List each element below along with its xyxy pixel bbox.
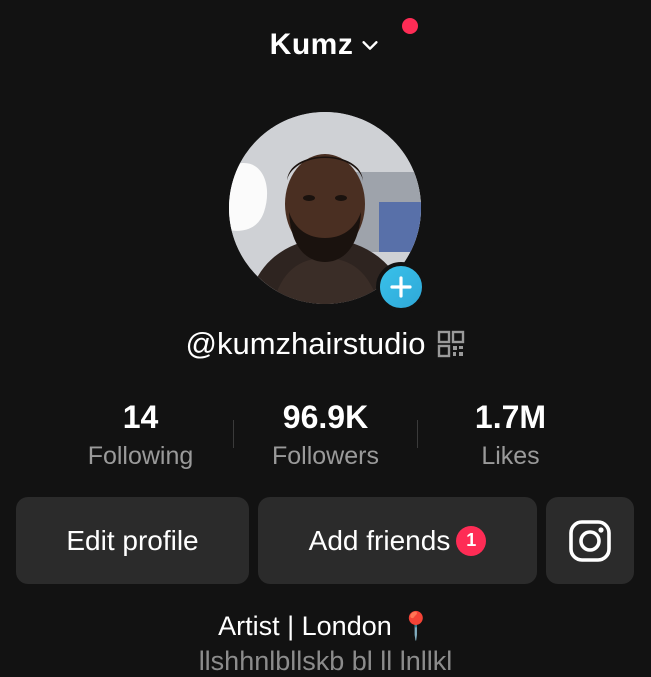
add-friends-button[interactable]: Add friends 1	[258, 497, 537, 584]
add-friends-badge: 1	[456, 525, 487, 556]
stat-label: Followers	[272, 442, 379, 470]
qr-code-icon[interactable]	[437, 330, 465, 358]
account-name: Kumz	[269, 28, 354, 61]
stat-followers[interactable]: 96.9K Followers	[233, 398, 418, 471]
stat-value: 96.9K	[282, 399, 369, 435]
chevron-down-icon	[362, 41, 378, 50]
plus-icon	[390, 276, 412, 298]
profile-bio: Artist | London 📍	[218, 611, 433, 641]
username-row: @kumzhairstudio	[0, 326, 651, 362]
stat-likes[interactable]: 1.7M Likes	[418, 398, 603, 471]
stat-value: 1.7M	[474, 399, 547, 435]
add-story-button[interactable]	[376, 262, 426, 312]
add-friends-label: Add friends	[308, 524, 451, 556]
instagram-button[interactable]	[546, 497, 634, 584]
profile-stats: 14 Following 96.9K Followers 1.7M Likes	[48, 398, 603, 471]
notification-dot	[402, 18, 418, 34]
stat-value: 14	[122, 399, 159, 435]
account-switcher[interactable]: Kumz	[270, 28, 382, 62]
username: @kumzhairstudio	[185, 326, 426, 361]
profile-header: Kumz	[0, 28, 651, 62]
instagram-icon	[569, 519, 611, 562]
stat-label: Following	[87, 442, 194, 470]
edit-profile-label: Edit profile	[66, 524, 199, 556]
stat-label: Likes	[481, 442, 540, 470]
avatar-container[interactable]	[229, 112, 426, 312]
edit-profile-button[interactable]: Edit profile	[16, 497, 249, 584]
stat-divider	[233, 420, 234, 448]
stat-following[interactable]: 14 Following	[48, 398, 233, 471]
